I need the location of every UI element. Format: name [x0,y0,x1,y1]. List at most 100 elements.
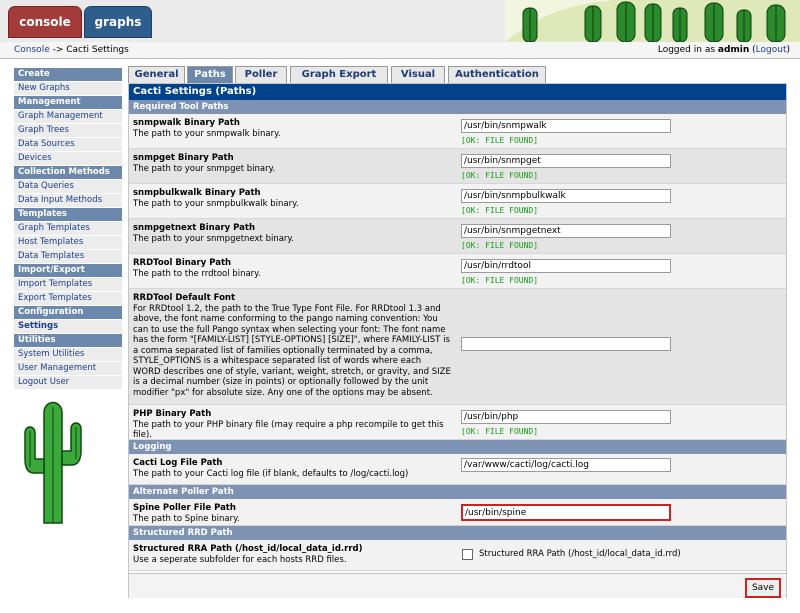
snmpgetnext-status: [OK: FILE FOUND] [461,241,539,250]
cacti-log-path-input[interactable] [461,458,671,472]
form-footer: Save [129,573,786,598]
snmpget-label: snmpget Binary Path The path to your snmp… [133,153,451,174]
php-status: [OK: FILE FOUND] [461,427,539,436]
sidebar-item-devices[interactable]: Devices [14,152,122,166]
sidebar-section-management: Management [14,96,122,110]
snmpget-status: [OK: FILE FOUND] [461,171,539,180]
cacti-banner-graphic [505,0,800,42]
sidebar-section-create: Create [14,68,122,82]
sidebar-section-collection-methods: Collection Methods [14,166,122,180]
rrdfont-title: RRDTool Default Font [133,293,236,303]
row-snmpwalk: snmpwalk Binary Path The path to your snm… [129,114,786,149]
structured-label: Structured RRA Path (/host_id/local_data… [133,544,451,565]
sidebar-item-export-templates[interactable]: Export Templates [14,292,122,306]
rrdfont-input[interactable] [461,337,671,351]
sidebar-item-graph-management[interactable]: Graph Management [14,110,122,124]
snmpbulkwalk-label: snmpbulkwalk Binary Path The path to your… [133,188,451,209]
rrdtool-path-input[interactable] [461,259,671,273]
cactus-logo [22,395,84,525]
tab-graph-export[interactable]: Graph Export [290,66,388,83]
snmpget-title: snmpget Binary Path [133,153,234,163]
row-snmpgetnext: snmpgetnext Binary Path The path to your … [129,219,786,254]
spine-label: Spine Poller File Path The path to Spine … [133,503,451,524]
rrdtool-title: RRDTool Binary Path [133,258,232,268]
login-prefix: Logged in as [657,45,718,55]
save-button[interactable]: Save [745,578,781,598]
snmpgetnext-path-input[interactable] [461,224,671,238]
section-required-label: Required Tool Paths [133,102,229,112]
php-path-input[interactable] [461,410,671,424]
tab-general[interactable]: General [128,66,185,83]
snmpget-desc: The path to your snmpget binary. [133,163,276,174]
sidebar-item-graph-templates[interactable]: Graph Templates [14,222,122,236]
sidebar-item-system-utilities[interactable]: System Utilities [14,348,122,362]
snmpwalk-status: [OK: FILE FOUND] [461,136,539,145]
sidebar-item-host-templates[interactable]: Host Templates [14,236,122,250]
breadcrumb-console-link[interactable]: Console [14,45,50,55]
sidebar-section-configuration: Configuration [14,306,122,320]
snmpbulkwalk-desc: The path to your snmpbulkwalk binary. [133,198,299,209]
snmpbulkwalk-title: snmpbulkwalk Binary Path [133,188,261,198]
breadcrumb-separator: -> [49,45,67,55]
tab-graphs[interactable]: graphs [84,6,152,38]
cactilog-title: Cacti Log File Path [133,458,223,468]
sidebar-item-graph-trees[interactable]: Graph Trees [14,124,122,138]
section-alternate-poller: Alternate Poller Path [129,485,786,499]
sidebar-item-import-templates[interactable]: Import Templates [14,278,122,292]
snmpwalk-label: snmpwalk Binary Path The path to your snm… [133,118,451,139]
snmpwalk-desc: The path to your snmpwalk binary. [133,128,281,139]
rrdfont-desc: For RRDtool 1.2, the path to the True Ty… [133,303,451,398]
tab-authentication[interactable]: Authentication [448,66,546,83]
cactilog-desc: The path to your Cacti log file (if blan… [133,468,409,479]
row-structured-rra: Structured RRA Path (/host_id/local_data… [129,540,786,571]
login-username: admin [717,45,750,55]
sidebar-item-data-input-methods[interactable]: Data Input Methods [14,194,122,208]
row-cacti-log: Cacti Log File Path The path to your Cact… [129,454,786,485]
sidebar-item-settings[interactable]: Settings [14,320,122,334]
top-header: console graphs [0,0,800,43]
sidebar-item-data-templates[interactable]: Data Templates [14,250,122,264]
logout-link[interactable]: Logout [756,45,787,55]
sidebar-section-templates: Templates [14,208,122,222]
snmpbulkwalk-path-input[interactable] [461,189,671,203]
tab-poller[interactable]: Poller [235,66,287,83]
sidebar-item-data-queries[interactable]: Data Queries [14,180,122,194]
row-rrdtool: RRDTool Binary Path The path to the rrdto… [129,254,786,289]
tab-visual[interactable]: Visual [391,66,445,83]
section-alt-poller-label: Alternate Poller Path [133,487,234,497]
cactilog-label: Cacti Log File Path The path to your Cact… [133,458,451,479]
spine-path-input[interactable] [461,504,671,521]
structured-rra-checkbox[interactable] [462,549,473,560]
php-title: PHP Binary Path [133,409,212,419]
sidebar-item-logout-user[interactable]: Logout User [14,376,122,390]
rrdfont-label: RRDTool Default Font For RRDtool 1.2, the… [133,293,451,398]
breadcrumb: Console -> Cacti Settings [14,42,129,58]
sidebar-item-user-management[interactable]: User Management [14,362,122,376]
snmpwalk-title: snmpwalk Binary Path [133,118,240,128]
section-required-tool-paths: Required Tool Paths [129,100,786,114]
structured-desc: Use a seperate subfolder for each hosts … [133,554,347,565]
snmpgetnext-desc: The path to your snmpgetnext binary. [133,233,294,244]
tab-console[interactable]: console [8,6,82,38]
sidebar-menu: Create New Graphs Management Graph Manag… [14,68,122,390]
row-snmpbulkwalk: snmpbulkwalk Binary Path The path to your… [129,184,786,219]
settings-panel: Cacti Settings (Paths) Required Tool Pat… [128,83,787,598]
section-structured-label: Structured RRD Path [133,528,233,538]
row-snmpget: snmpget Binary Path The path to your snmp… [129,149,786,184]
sidebar-item-new-graphs[interactable]: New Graphs [14,82,122,96]
php-desc: The path to your PHP binary file (may re… [133,419,444,441]
snmpwalk-path-input[interactable] [461,119,671,133]
rrdtool-status: [OK: FILE FOUND] [461,276,539,285]
structured-rra-checkbox-label[interactable]: Structured RRA Path (/host_id/local_data… [479,549,681,559]
tab-paths[interactable]: Paths [187,66,233,84]
panel-title-text: Cacti Settings (Paths) [133,86,257,97]
spine-desc: The path to Spine binary. [133,513,240,524]
section-logging: Logging [129,440,786,454]
breadcrumb-current: Cacti Settings [66,45,129,55]
section-logging-label: Logging [133,442,172,452]
snmpget-path-input[interactable] [461,154,671,168]
spine-title: Spine Poller File Path [133,503,236,513]
login-paren-close: ) [786,45,790,55]
panel-title: Cacti Settings (Paths) [129,84,786,100]
sidebar-item-data-sources[interactable]: Data Sources [14,138,122,152]
